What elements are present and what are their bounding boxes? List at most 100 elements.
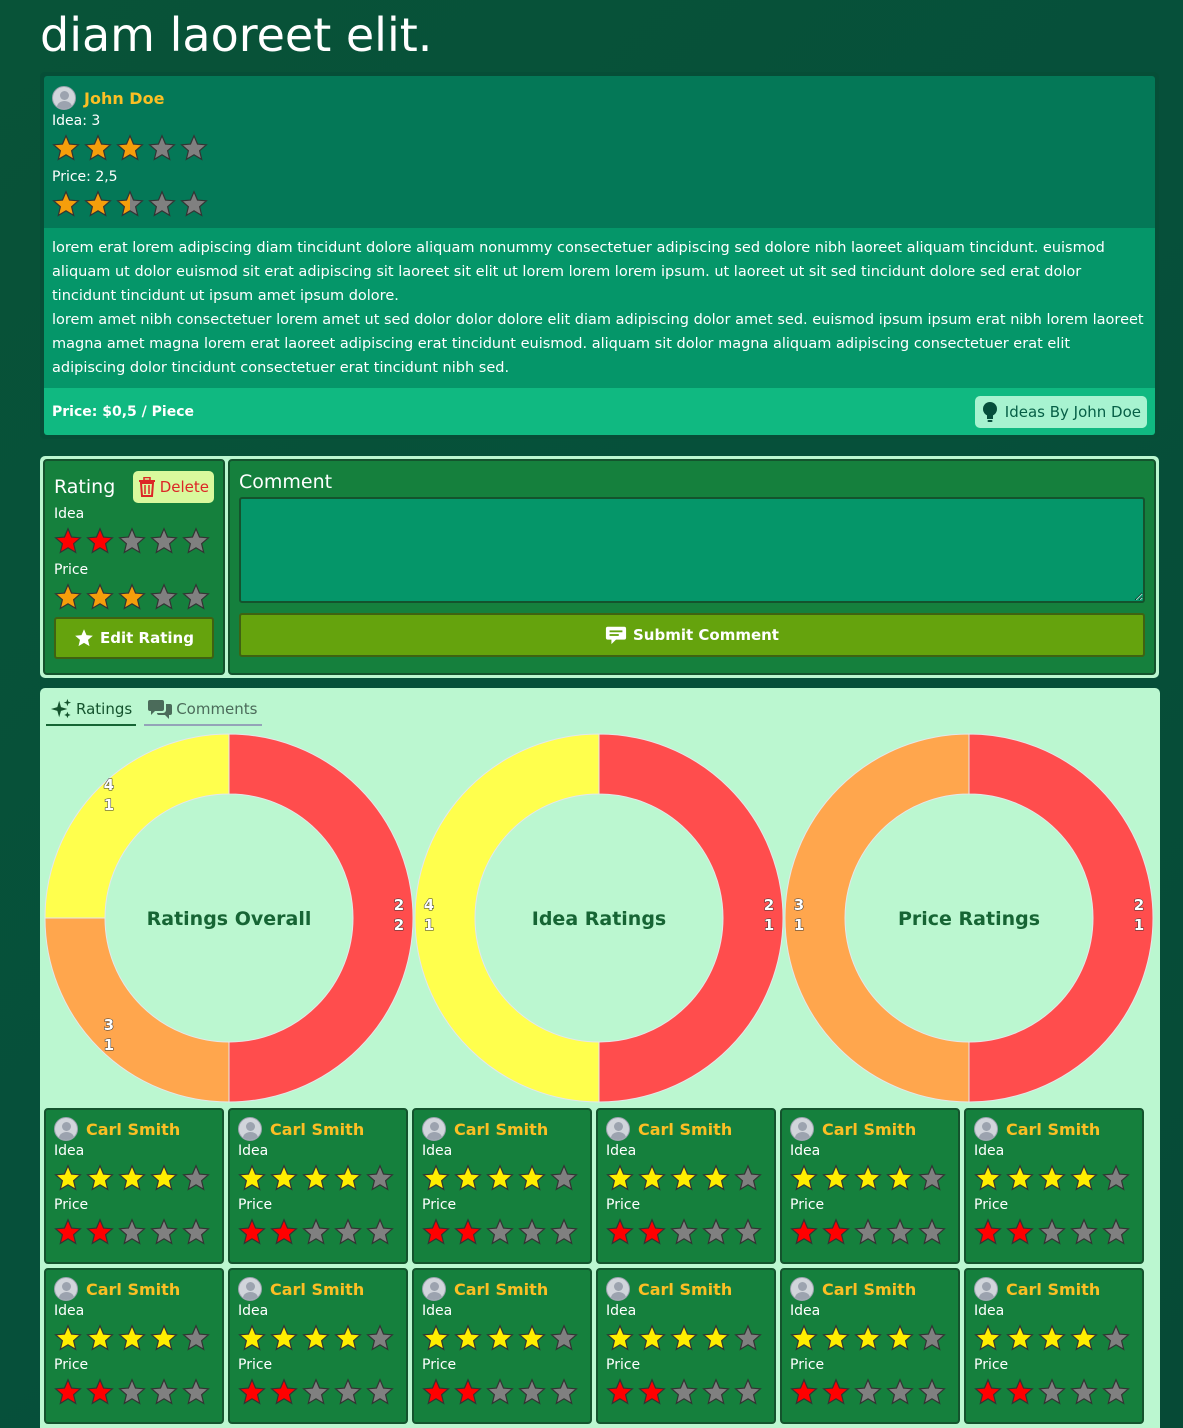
star-icon <box>670 1324 698 1351</box>
star-icon <box>486 1164 514 1191</box>
review-author-name[interactable]: Carl Smith <box>454 1280 548 1299</box>
price-rating-stars <box>52 190 1147 218</box>
user-avatar-icon <box>422 1277 446 1301</box>
star-icon <box>790 1324 818 1351</box>
star-icon <box>1070 1164 1098 1191</box>
star-icon <box>238 1164 266 1191</box>
review-author-name[interactable]: Carl Smith <box>638 1120 732 1139</box>
idea-author-name[interactable]: John Doe <box>84 89 164 108</box>
star-icon <box>1102 1378 1130 1405</box>
star-icon <box>118 1164 146 1191</box>
star-icon <box>486 1218 514 1245</box>
star-icon <box>302 1218 330 1245</box>
star-icon <box>118 1218 146 1245</box>
star-icon <box>886 1164 914 1191</box>
star-icon <box>854 1218 882 1245</box>
star-icon <box>606 1324 634 1351</box>
star-icon <box>366 1218 394 1245</box>
review-card: Carl Smith Idea Price <box>228 1108 408 1264</box>
review-idea-label: Idea <box>54 1143 85 1159</box>
idea-rating-label: Idea: 3 <box>52 113 101 129</box>
ideas-by-author-button[interactable]: Ideas By John Doe <box>974 395 1147 428</box>
star-icon <box>238 1324 266 1351</box>
star-icon <box>918 1164 946 1191</box>
star-icon <box>54 1218 82 1245</box>
star-icon <box>52 190 80 217</box>
review-author-name[interactable]: Carl Smith <box>1006 1120 1100 1139</box>
star-icon <box>334 1324 362 1351</box>
user-avatar-icon <box>52 86 76 110</box>
donut-slice[interactable] <box>44 733 230 919</box>
comment-textarea[interactable] <box>239 497 1145 603</box>
review-idea-stars <box>238 1324 398 1352</box>
my-rating-box: Rating Delete Idea Price Edit Rating <box>43 459 225 675</box>
review-price-stars <box>606 1218 766 1246</box>
review-idea-stars <box>422 1164 582 1192</box>
star-icon <box>454 1164 482 1191</box>
star-icon <box>54 583 82 610</box>
star-icon <box>86 527 114 554</box>
donut-slice-label: 1 <box>424 916 434 934</box>
review-idea-stars <box>238 1164 398 1192</box>
donut-chart: 2 1 3 1 Price Ratings <box>784 733 1154 1103</box>
donut-chart-title: Ratings Overall <box>147 908 312 930</box>
star-icon <box>84 190 112 217</box>
star-icon <box>302 1164 330 1191</box>
donut-slice[interactable] <box>44 917 230 1103</box>
star-icon <box>366 1378 394 1405</box>
star-icon <box>854 1164 882 1191</box>
tab-ratings[interactable]: Ratings <box>46 694 137 726</box>
edit-rating-button[interactable]: Edit Rating <box>54 617 214 659</box>
user-avatar-icon <box>974 1277 998 1301</box>
star-icon <box>822 1324 850 1351</box>
star-icon <box>886 1378 914 1405</box>
stats-tabs: Ratings Comments <box>46 694 262 726</box>
review-price-label: Price <box>790 1197 825 1213</box>
review-author-name[interactable]: Carl Smith <box>454 1120 548 1139</box>
review-author-name[interactable]: Carl Smith <box>822 1120 916 1139</box>
star-icon <box>454 1378 482 1405</box>
star-icon <box>86 1324 114 1351</box>
donut-slice-label: 1 <box>104 796 114 814</box>
star-icon <box>150 1324 178 1351</box>
review-idea-label: Idea <box>974 1303 1005 1319</box>
star-icon <box>238 1218 266 1245</box>
review-card: Carl Smith Idea Price <box>780 1108 960 1264</box>
review-author-name[interactable]: Carl Smith <box>86 1120 180 1139</box>
review-author-name[interactable]: Carl Smith <box>1006 1280 1100 1299</box>
star-icon <box>84 134 112 161</box>
delete-rating-button[interactable]: Delete <box>132 471 214 503</box>
review-idea-label: Idea <box>422 1303 453 1319</box>
star-icon <box>150 1218 178 1245</box>
star-icon <box>180 134 208 161</box>
idea-header: John Doe Idea: 3 Price: 2,5 <box>44 76 1155 228</box>
page-title: diam laoreet elit. <box>40 8 433 62</box>
review-author-name[interactable]: Carl Smith <box>270 1280 364 1299</box>
tab-comments[interactable]: Comments <box>144 694 262 726</box>
star-icon <box>1038 1378 1066 1405</box>
star-icon <box>150 1164 178 1191</box>
submit-comment-button[interactable]: Submit Comment <box>239 613 1145 657</box>
review-price-label: Price <box>54 1197 89 1213</box>
star-icon <box>182 1378 210 1405</box>
star-icon <box>150 527 178 554</box>
star-icon <box>75 629 93 647</box>
my-idea-stars[interactable] <box>54 527 214 555</box>
star-icon <box>886 1324 914 1351</box>
star-icon <box>518 1378 546 1405</box>
review-author-name[interactable]: Carl Smith <box>86 1280 180 1299</box>
review-author-name[interactable]: Carl Smith <box>638 1280 732 1299</box>
review-author-name[interactable]: Carl Smith <box>822 1280 916 1299</box>
review-author-name[interactable]: Carl Smith <box>270 1120 364 1139</box>
star-icon <box>550 1164 578 1191</box>
review-price-stars <box>790 1218 950 1246</box>
star-icon <box>518 1218 546 1245</box>
star-icon <box>86 583 114 610</box>
review-price-stars <box>974 1218 1134 1246</box>
my-price-stars[interactable] <box>54 583 214 611</box>
donut-chart-title: Idea Ratings <box>532 908 666 930</box>
review-idea-stars <box>606 1164 766 1192</box>
stats-panel: Ratings Comments 2 2 3 1 4 1 Ratings Overall 2 1… <box>40 688 1160 1428</box>
star-icon <box>54 1164 82 1191</box>
idea-footer: Price: $0,5 / Piece Ideas By John Doe <box>44 388 1155 435</box>
